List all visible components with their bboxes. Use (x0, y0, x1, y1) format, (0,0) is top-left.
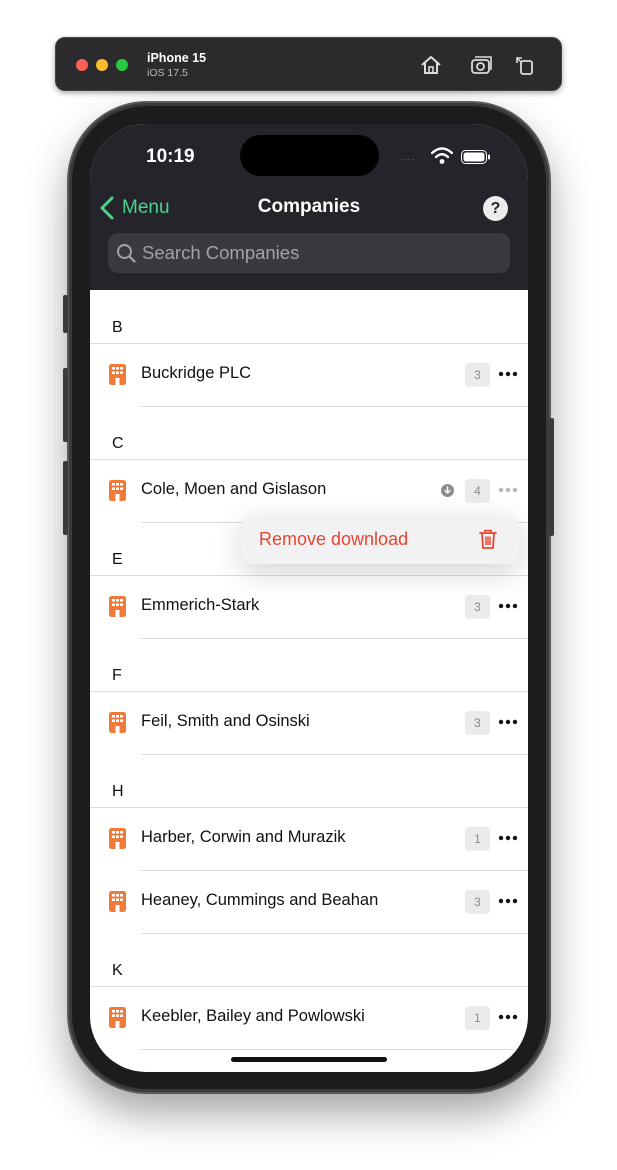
section-header-b: B (112, 319, 123, 336)
divider (141, 933, 528, 934)
count-badge: 1 (465, 1006, 490, 1030)
divider (141, 1049, 528, 1050)
navigation-header: 10:19 .... Menu Companies ? Search Compa… (90, 124, 528, 290)
page-title: Companies (257, 196, 361, 217)
action-button (63, 295, 68, 333)
company-name: Cole, Moen and Gislason (141, 480, 327, 498)
building-icon (109, 712, 126, 733)
screenshot-icon[interactable] (468, 52, 494, 78)
divider (141, 754, 528, 755)
list-item[interactable]: Harber, Corwin and Murazik 1 (90, 808, 528, 870)
phone-screen: 10:19 .... Menu Companies ? Search Compa… (90, 124, 528, 1072)
building-icon (109, 1007, 126, 1028)
more-icon[interactable] (498, 714, 518, 730)
search-icon (117, 244, 136, 263)
power-button (549, 418, 554, 536)
section-header-k: K (112, 962, 123, 979)
wifi-icon (430, 147, 454, 165)
home-indicator[interactable] (231, 1057, 387, 1062)
list-item[interactable]: Emmerich-Stark 3 (90, 576, 528, 638)
company-name: Feil, Smith and Osinski (141, 712, 310, 730)
zoom-window-button[interactable] (116, 59, 128, 71)
signal-indicator: .... (400, 152, 416, 163)
downloaded-icon (441, 484, 454, 497)
company-name: Emmerich-Stark (141, 596, 260, 614)
building-icon (109, 596, 126, 617)
count-badge: 1 (465, 827, 490, 851)
building-icon (109, 364, 126, 385)
more-icon[interactable] (498, 830, 518, 846)
list-item[interactable]: Cole, Moen and Gislason 4 (90, 460, 528, 522)
volume-up-button (63, 368, 68, 442)
building-icon (109, 480, 126, 501)
battery-icon (461, 150, 491, 164)
more-icon[interactable] (498, 893, 518, 909)
count-badge: 3 (465, 711, 490, 735)
divider (141, 638, 528, 639)
status-time: 10:19 (146, 146, 195, 167)
company-name: Heaney, Cummings and Beahan (141, 891, 379, 909)
list-item[interactable]: Heaney, Cummings and Beahan 3 (90, 871, 528, 933)
divider (141, 406, 528, 407)
section-header-f: F (112, 667, 122, 684)
simulator-toolbar: iPhone 15 iOS 17.5 (55, 37, 562, 91)
home-icon[interactable] (418, 52, 444, 78)
company-name: Buckridge PLC (141, 364, 252, 382)
building-icon (109, 828, 126, 849)
more-icon[interactable] (498, 598, 518, 614)
volume-down-button (63, 461, 68, 535)
more-icon[interactable] (498, 1009, 518, 1025)
section-header-e: E (112, 551, 123, 568)
list-item[interactable]: Buckridge PLC 3 (90, 344, 528, 406)
more-icon[interactable] (498, 482, 518, 498)
search-input[interactable]: Search Companies (108, 233, 510, 273)
count-badge: 3 (465, 363, 490, 387)
device-name: iPhone 15 (147, 51, 207, 65)
context-menu: Remove download (241, 516, 519, 564)
count-badge: 4 (465, 479, 490, 503)
trash-icon[interactable] (478, 528, 498, 550)
company-name: Harber, Corwin and Murazik (141, 828, 346, 846)
help-button[interactable]: ? (483, 196, 508, 221)
section-header-h: H (112, 783, 124, 800)
section-header-c: C (112, 435, 124, 452)
dynamic-island (240, 135, 379, 176)
remove-download-button[interactable]: Remove download (259, 529, 408, 550)
list-item[interactable]: Feil, Smith and Osinski 3 (90, 692, 528, 754)
rotate-icon[interactable] (512, 52, 538, 78)
count-badge: 3 (465, 595, 490, 619)
close-window-button[interactable] (76, 59, 88, 71)
company-name: Keebler, Bailey and Powlowski (141, 1007, 365, 1025)
os-version: iOS 17.5 (147, 67, 188, 79)
more-icon[interactable] (498, 366, 518, 382)
count-badge: 3 (465, 890, 490, 914)
building-icon (109, 891, 126, 912)
list-item[interactable]: Keebler, Bailey and Powlowski 1 (90, 987, 528, 1049)
search-placeholder: Search Companies (142, 242, 300, 263)
minimize-window-button[interactable] (96, 59, 108, 71)
